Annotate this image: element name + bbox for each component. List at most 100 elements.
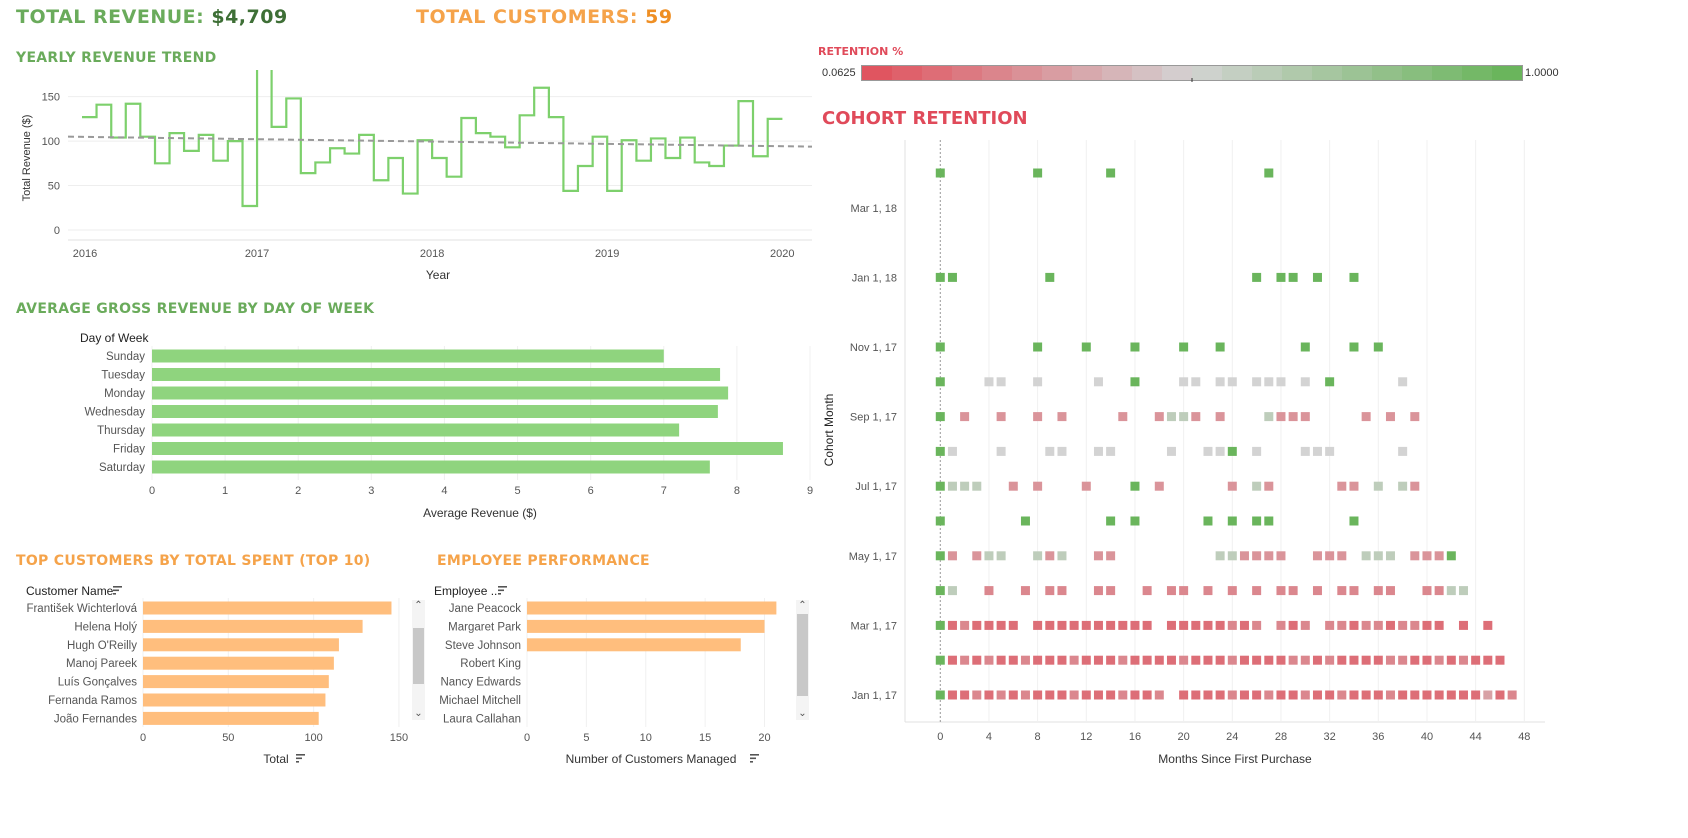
retention-cell[interactable] <box>1361 412 1371 422</box>
retention-cell[interactable] <box>1398 377 1408 387</box>
retention-cell[interactable] <box>1300 655 1310 665</box>
bar-label[interactable]: Steve Johnson <box>445 640 521 652</box>
bar-label[interactable]: Sunday <box>106 351 145 363</box>
retention-cell[interactable] <box>1057 620 1067 630</box>
retention-cell[interactable] <box>1434 690 1444 700</box>
retention-cell[interactable] <box>1312 655 1322 665</box>
bar-label[interactable]: Manoj Pareek <box>66 658 137 670</box>
retention-cell[interactable] <box>1288 272 1298 282</box>
retention-cell[interactable] <box>1300 412 1310 422</box>
retention-cell[interactable] <box>1276 620 1286 630</box>
retention-cell[interactable] <box>996 655 1006 665</box>
retention-cell[interactable] <box>1312 551 1322 561</box>
retention-cell[interactable] <box>1179 620 1189 630</box>
retention-cell[interactable] <box>1203 586 1213 596</box>
retention-cell[interactable] <box>1081 690 1091 700</box>
retention-cell[interactable] <box>1130 516 1140 526</box>
retention-cell[interactable] <box>1203 620 1213 630</box>
retention-cell[interactable] <box>960 620 970 630</box>
retention-cell[interactable] <box>1337 690 1347 700</box>
retention-cell[interactable] <box>1033 412 1043 422</box>
retention-cell[interactable] <box>1398 690 1408 700</box>
cohort-retention-chart[interactable]: Cohort Month 0 4 8 12 16 20 24 28 32 36 40 44 48Mar … <box>815 140 1688 770</box>
retention-cell[interactable] <box>1045 551 1055 561</box>
retention-cell[interactable] <box>1033 551 1043 561</box>
retention-cell[interactable] <box>1130 690 1140 700</box>
retention-cell[interactable] <box>1166 620 1176 630</box>
retention-cell[interactable] <box>1349 620 1359 630</box>
retention-cell[interactable] <box>1045 655 1055 665</box>
retention-cell[interactable] <box>935 272 945 282</box>
retention-cell[interactable] <box>996 377 1006 387</box>
retention-cell[interactable] <box>1227 690 1237 700</box>
retention-cell[interactable] <box>1434 551 1444 561</box>
dow-chart[interactable]: Day of Week 0 1 2 3 4 5 6 7 8 9 Sunday Tuesday Monda… <box>0 328 815 528</box>
retention-cell[interactable] <box>947 586 957 596</box>
retention-cell[interactable] <box>1191 690 1201 700</box>
retention-cell[interactable] <box>1093 551 1103 561</box>
retention-cell[interactable] <box>1422 655 1432 665</box>
retention-cell[interactable] <box>1118 620 1128 630</box>
bar-label[interactable]: Nancy Edwards <box>440 677 521 689</box>
retention-cell[interactable] <box>972 481 982 491</box>
retention-cell[interactable] <box>1361 690 1371 700</box>
retention-cell[interactable] <box>1008 481 1018 491</box>
bar-label[interactable]: Michael Mitchell <box>439 695 521 707</box>
retention-cell[interactable] <box>960 690 970 700</box>
retention-cell[interactable] <box>1410 412 1420 422</box>
bar[interactable] <box>527 638 741 652</box>
retention-cell[interactable] <box>1215 551 1225 561</box>
retention-cell[interactable] <box>1264 655 1274 665</box>
retention-cell[interactable] <box>1398 481 1408 491</box>
retention-cell[interactable] <box>947 655 957 665</box>
bar[interactable] <box>143 619 363 633</box>
retention-cell[interactable] <box>996 446 1006 456</box>
bar[interactable] <box>152 405 718 418</box>
retention-cell[interactable] <box>1458 620 1468 630</box>
retention-cell[interactable] <box>1276 272 1286 282</box>
retention-cell[interactable] <box>1033 168 1043 178</box>
retention-cell[interactable] <box>972 655 982 665</box>
retention-cell[interactable] <box>1349 690 1359 700</box>
retention-cell[interactable] <box>1458 655 1468 665</box>
retention-cell[interactable] <box>1385 655 1395 665</box>
retention-cell[interactable] <box>1008 620 1018 630</box>
retention-cell[interactable] <box>1252 655 1262 665</box>
bar-label[interactable]: Fernanda Ramos <box>48 695 137 707</box>
retention-cell[interactable] <box>1227 655 1237 665</box>
chevron-up-icon[interactable]: ⌃ <box>796 600 809 612</box>
retention-cell[interactable] <box>1349 586 1359 596</box>
retention-cell[interactable] <box>1179 586 1189 596</box>
retention-cell[interactable] <box>1203 446 1213 456</box>
retention-cell[interactable] <box>1483 655 1493 665</box>
scroll-thumb[interactable] <box>797 614 808 696</box>
retention-cell[interactable] <box>1276 655 1286 665</box>
retention-cell[interactable] <box>947 272 957 282</box>
retention-cell[interactable] <box>1142 620 1152 630</box>
bar-label[interactable]: Wednesday <box>84 407 145 419</box>
bar[interactable] <box>152 460 710 474</box>
retention-cell[interactable] <box>1471 655 1481 665</box>
retention-cell[interactable] <box>947 620 957 630</box>
retention-cell[interactable] <box>1045 586 1055 596</box>
retention-cell[interactable] <box>1361 620 1371 630</box>
retention-cell[interactable] <box>1385 551 1395 561</box>
retention-cell[interactable] <box>1154 481 1164 491</box>
retention-cell[interactable] <box>1349 481 1359 491</box>
retention-cell[interactable] <box>935 412 945 422</box>
retention-cell[interactable] <box>1471 690 1481 700</box>
retention-cell[interactable] <box>1093 690 1103 700</box>
retention-cell[interactable] <box>984 690 994 700</box>
retention-cell[interactable] <box>1239 620 1249 630</box>
retention-cell[interactable] <box>1106 551 1116 561</box>
bar-label[interactable]: Thursday <box>97 425 145 437</box>
retention-cell[interactable] <box>935 516 945 526</box>
bar-label[interactable]: Friday <box>113 444 145 456</box>
retention-cell[interactable] <box>1349 272 1359 282</box>
retention-cell[interactable] <box>1410 481 1420 491</box>
bar[interactable] <box>143 656 334 670</box>
sort-icon[interactable] <box>113 586 122 595</box>
retention-cell[interactable] <box>1373 620 1383 630</box>
retention-cell[interactable] <box>1288 586 1298 596</box>
retention-cell[interactable] <box>1373 655 1383 665</box>
